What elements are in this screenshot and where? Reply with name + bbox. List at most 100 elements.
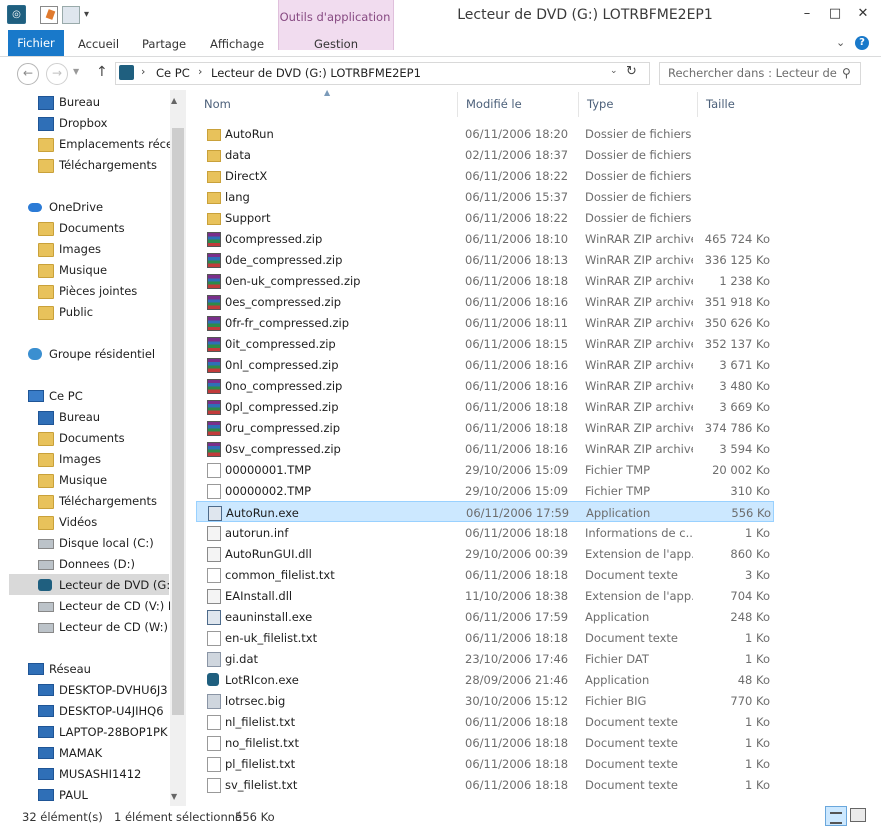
file-row[interactable]: 0es_compressed.zip 06/11/2006 18:16 WinRAR… <box>196 291 774 312</box>
nav-item[interactable]: Lecteur de CD (V:) LOTR <box>0 596 170 617</box>
nav-item[interactable]: Ce PC <box>0 386 170 407</box>
file-date: 06/11/2006 15:37 <box>465 190 569 204</box>
minimize-button[interactable]: – <box>792 3 822 25</box>
file-row[interactable]: eauninstall.exe 06/11/2006 17:59 Applicati… <box>196 606 774 627</box>
breadcrumb-separator-icon[interactable]: › <box>141 65 145 78</box>
file-row[interactable]: 0sv_compressed.zip 06/11/2006 18:16 WinRAR… <box>196 438 774 459</box>
nav-item[interactable]: Lecteur de DVD (G:) LOTRBFME2EP1 <box>0 575 170 596</box>
file-row[interactable]: AutoRunGUI.dll 29/10/2006 00:39 Extension … <box>196 543 774 564</box>
column-type[interactable]: Type <box>579 92 698 117</box>
nav-item[interactable]: Dropbox <box>0 113 170 134</box>
nav-item[interactable]: DESKTOP-DVHU6J3 <box>0 680 170 701</box>
nav-item[interactable]: Pièces jointes <box>0 281 170 302</box>
nav-item[interactable]: Vidéos <box>0 512 170 533</box>
file-row[interactable]: EAInstall.dll 11/10/2006 18:38 Extension d… <box>196 585 774 606</box>
app-drive-icon[interactable]: ◎ <box>7 5 26 24</box>
file-row[interactable]: 00000002.TMP 29/10/2006 15:09 Fichier TMP 3… <box>196 480 774 501</box>
file-row[interactable]: 0it_compressed.zip 06/11/2006 18:15 WinRAR… <box>196 333 774 354</box>
nav-item[interactable]: Musique <box>0 470 170 491</box>
quick-access-dropdown-icon[interactable]: ▾ <box>84 9 89 20</box>
tab-file[interactable]: Fichier <box>8 30 64 56</box>
nav-item[interactable]: MAMAK <box>0 743 170 764</box>
file-row[interactable]: LotRIcon.exe 28/09/2006 21:46 Application 4… <box>196 669 774 690</box>
file-row[interactable]: Support 06/11/2006 18:22 Dossier de fichie… <box>196 207 774 228</box>
file-row[interactable]: no_filelist.txt 06/11/2006 18:18 Document … <box>196 732 774 753</box>
file-row[interactable]: 0pl_compressed.zip 06/11/2006 18:18 WinRAR… <box>196 396 774 417</box>
search-icon[interactable]: ⚲ <box>842 66 851 80</box>
nav-item[interactable]: Public <box>0 302 170 323</box>
file-row[interactable]: 0compressed.zip 06/11/2006 18:10 WinRAR ZI… <box>196 228 774 249</box>
back-arrow-icon[interactable]: ← <box>17 63 39 85</box>
file-row[interactable]: AutoRun.exe 06/11/2006 17:59 Application 55… <box>196 501 774 522</box>
nav-item[interactable]: Donnees (D:) <box>0 554 170 575</box>
up-arrow-icon[interactable]: ↑ <box>96 64 108 80</box>
breadcrumb-dvd-drive[interactable]: Lecteur de DVD (G:) LOTRBFME2EP1 <box>211 66 421 80</box>
large-icons-view-icon[interactable] <box>850 808 866 822</box>
breadcrumb-separator-icon[interactable]: › <box>198 65 202 78</box>
close-button[interactable]: ✕ <box>848 3 878 25</box>
file-row[interactable]: 0no_compressed.zip 06/11/2006 18:16 WinRAR… <box>196 375 774 396</box>
nav-item[interactable]: OneDrive <box>0 197 170 218</box>
help-icon[interactable]: ? <box>855 36 869 50</box>
nav-item[interactable]: Documents <box>0 428 170 449</box>
new-folder-icon[interactable] <box>62 6 80 24</box>
nav-item[interactable]: Images <box>0 239 170 260</box>
nav-item[interactable]: Téléchargements <box>0 491 170 512</box>
file-row[interactable]: common_filelist.txt 06/11/2006 18:18 Docum… <box>196 564 774 585</box>
nav-item[interactable]: Téléchargements <box>0 155 170 176</box>
file-row[interactable]: en-uk_filelist.txt 06/11/2006 18:18 Docume… <box>196 627 774 648</box>
folder-icon <box>38 516 54 530</box>
nav-item[interactable]: Musique <box>0 260 170 281</box>
details-view-icon[interactable] <box>825 806 847 826</box>
tab-manage[interactable]: Gestion <box>314 30 358 56</box>
scroll-up-icon[interactable]: ▲ <box>171 96 177 105</box>
file-row[interactable]: nl_filelist.txt 06/11/2006 18:18 Document … <box>196 711 774 732</box>
tab-view[interactable]: Affichage <box>210 30 264 56</box>
nav-item[interactable]: DESKTOP-U4JIHQ6 <box>0 701 170 722</box>
nav-item[interactable]: PAUL <box>0 785 170 806</box>
refresh-icon[interactable]: ↻ <box>626 64 637 79</box>
file-row[interactable]: lang 06/11/2006 15:37 Dossier de fichiers <box>196 186 774 207</box>
maximize-button[interactable]: □ <box>820 3 850 25</box>
properties-icon[interactable] <box>40 6 58 24</box>
file-row[interactable]: lotrsec.big 30/10/2006 15:12 Fichier BIG 77… <box>196 690 774 711</box>
file-row[interactable]: 0fr-fr_compressed.zip 06/11/2006 18:11 Win… <box>196 312 774 333</box>
forward-arrow-icon[interactable]: → <box>46 63 68 85</box>
nav-item[interactable]: Groupe résidentiel <box>0 344 170 365</box>
column-date[interactable]: Modifié le <box>458 92 579 117</box>
nav-item-label: DESKTOP-U4JIHQ6 <box>59 704 164 718</box>
nav-item[interactable]: Documents <box>0 218 170 239</box>
file-row[interactable]: 0nl_compressed.zip 06/11/2006 18:16 WinRAR… <box>196 354 774 375</box>
nav-item[interactable]: Bureau <box>0 407 170 428</box>
nav-item[interactable]: Bureau <box>0 92 170 113</box>
nav-item[interactable]: Emplacements récents <box>0 134 170 155</box>
nav-item[interactable]: Lecteur de CD (W:) LOTR <box>0 617 170 638</box>
file-row[interactable]: data 02/11/2006 18:37 Dossier de fichiers <box>196 144 774 165</box>
file-row[interactable]: AutoRun 06/11/2006 18:20 Dossier de fichie… <box>196 123 774 144</box>
column-name[interactable]: Nom <box>196 92 458 117</box>
address-history-chevron-icon[interactable]: ⌄ <box>610 66 618 76</box>
column-size[interactable]: Taille <box>698 92 774 117</box>
recent-locations-chevron-icon[interactable]: ▼ <box>73 67 79 76</box>
nav-item[interactable]: MUSASHI1412 <box>0 764 170 785</box>
tab-share[interactable]: Partage <box>142 30 186 56</box>
file-row[interactable]: DirectX 06/11/2006 18:22 Dossier de fichie… <box>196 165 774 186</box>
big-file-icon <box>207 694 221 709</box>
file-row[interactable]: 0ru_compressed.zip 06/11/2006 18:18 WinRAR… <box>196 417 774 438</box>
file-row[interactable]: autorun.inf 06/11/2006 18:18 Informations … <box>196 522 774 543</box>
breadcrumb-this-pc[interactable]: Ce PC <box>156 66 190 80</box>
scroll-down-icon[interactable]: ▼ <box>171 792 177 801</box>
nav-item[interactable]: LAPTOP-28BOP1PK <box>0 722 170 743</box>
tab-home[interactable]: Accueil <box>78 30 119 56</box>
file-row[interactable]: 0en-uk_compressed.zip 06/11/2006 18:18 Win… <box>196 270 774 291</box>
nav-item[interactable]: Réseau <box>0 659 170 680</box>
file-row[interactable]: sv_filelist.txt 06/11/2006 18:18 Document … <box>196 774 774 795</box>
file-row[interactable]: gi.dat 23/10/2006 17:46 Fichier DAT 1 Ko <box>196 648 774 669</box>
nav-item[interactable]: Disque local (C:) <box>0 533 170 554</box>
nav-item[interactable]: Images <box>0 449 170 470</box>
expand-ribbon-chevron-icon[interactable]: ⌄ <box>836 36 845 49</box>
file-row[interactable]: 00000001.TMP 29/10/2006 15:09 Fichier TMP 2… <box>196 459 774 480</box>
nav-scroll-thumb[interactable] <box>172 128 184 715</box>
file-row[interactable]: 0de_compressed.zip 06/11/2006 18:13 WinRAR… <box>196 249 774 270</box>
file-row[interactable]: pl_filelist.txt 06/11/2006 18:18 Document … <box>196 753 774 774</box>
